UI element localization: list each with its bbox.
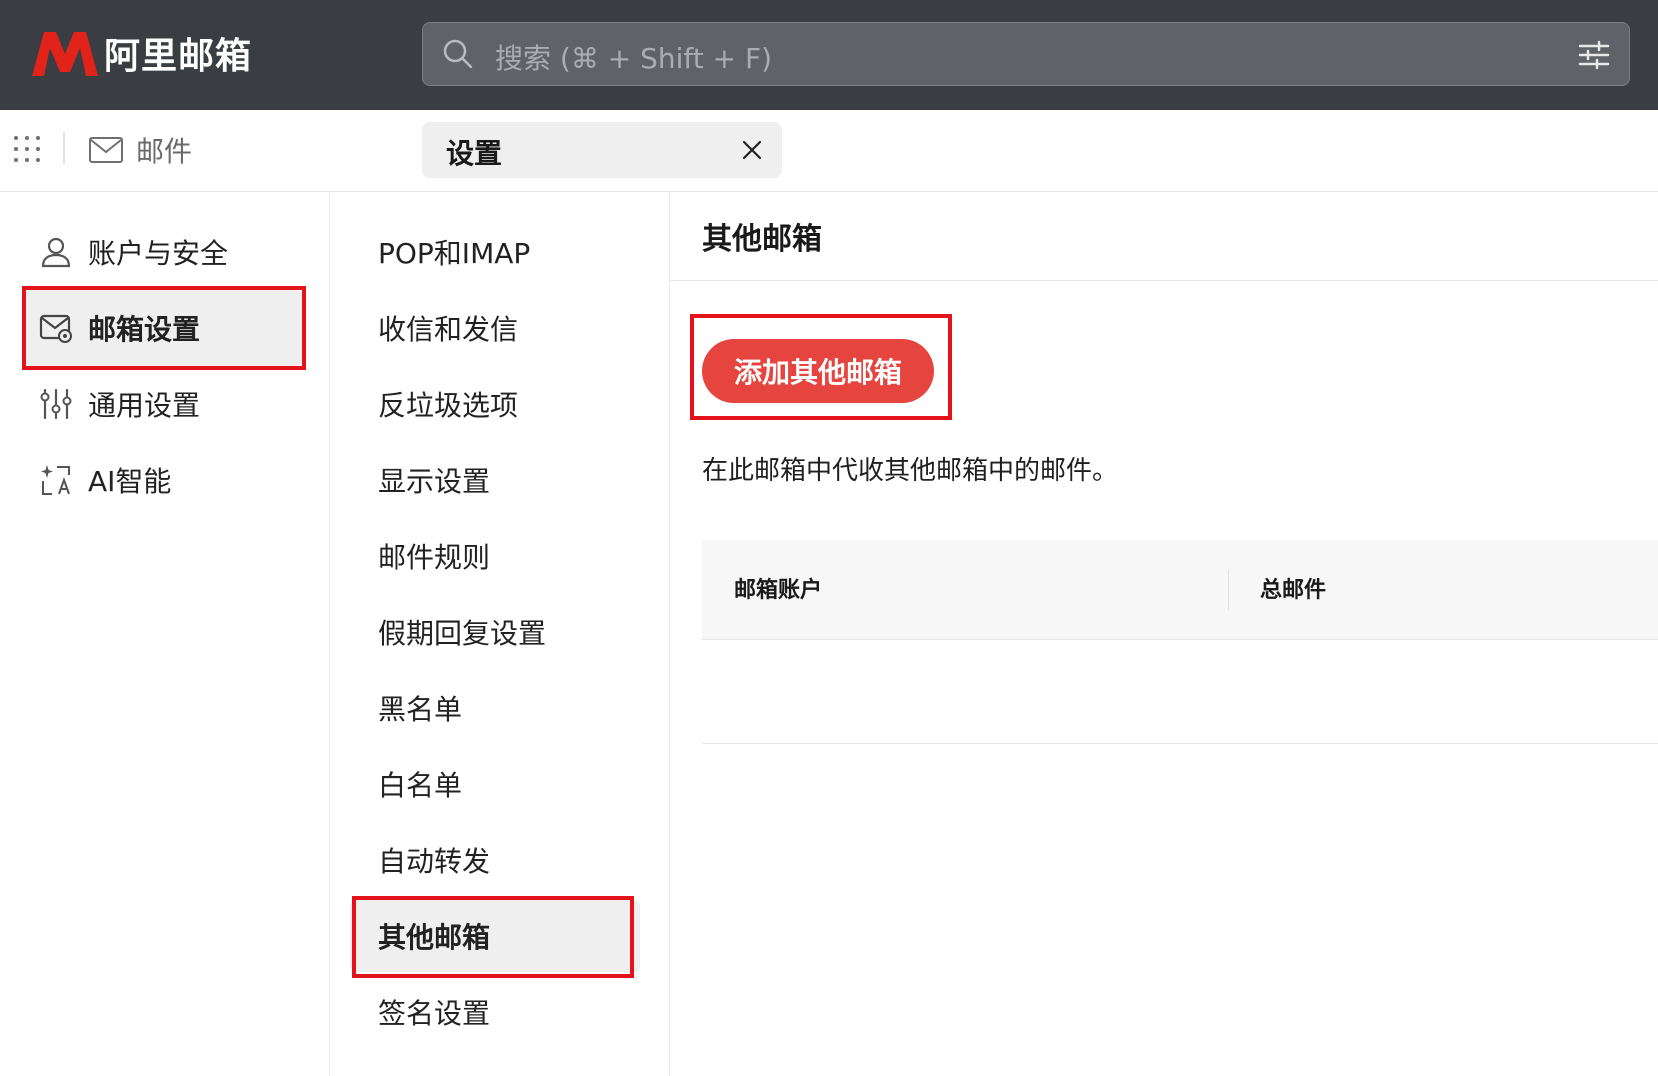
brand-name: 阿里邮箱 bbox=[104, 36, 253, 77]
page-title: 其他邮箱 bbox=[702, 222, 822, 257]
sidebar-item-label: 账户与安全 bbox=[88, 237, 229, 270]
mailbox-settings-submenu: POP和IMAP 收信和发信 反垃圾选项 显示设置 邮件规则 假期回复设置 黑名… bbox=[330, 192, 670, 1076]
ai-translate-icon bbox=[38, 462, 74, 498]
submenu-item-pop-imap[interactable]: POP和IMAP bbox=[350, 216, 640, 288]
mail-icon bbox=[89, 137, 123, 163]
nav-divider bbox=[63, 132, 65, 164]
description-text: 在此邮箱中代收其他邮箱中的邮件。 bbox=[702, 456, 1119, 486]
submenu-item-label: 签名设置 bbox=[378, 997, 491, 1030]
close-icon[interactable] bbox=[740, 138, 764, 162]
submenu-item-signature[interactable]: 签名设置 bbox=[350, 976, 640, 1048]
submenu-item-label: 显示设置 bbox=[378, 465, 491, 498]
tab-mail[interactable]: 邮件 bbox=[88, 130, 192, 170]
apps-grid-icon[interactable] bbox=[12, 134, 42, 164]
filter-icon[interactable] bbox=[1577, 39, 1611, 71]
sidebar-item-label: AI智能 bbox=[88, 465, 172, 498]
tab-mail-label: 邮件 bbox=[136, 135, 193, 168]
submenu-item-display[interactable]: 显示设置 bbox=[350, 444, 640, 516]
search-input[interactable]: 搜索 (⌘ + Shift + F) bbox=[495, 37, 772, 77]
submenu-item-receive-send[interactable]: 收信和发信 bbox=[350, 292, 640, 364]
column-header-total-mail: 总邮件 bbox=[1260, 578, 1327, 603]
submenu-item-label: 邮件规则 bbox=[378, 541, 491, 574]
submenu-item-whitelist[interactable]: 白名单 bbox=[350, 748, 640, 820]
submenu-item-blacklist[interactable]: 黑名单 bbox=[350, 672, 640, 744]
sidebar-item-ai[interactable]: AI智能 bbox=[24, 442, 302, 518]
sliders-icon bbox=[38, 386, 74, 422]
title-divider bbox=[670, 280, 1658, 281]
settings-sidebar: 账户与安全 邮箱设置 通用设置 AI智能 bbox=[0, 192, 330, 1076]
submenu-item-auto-forward[interactable]: 自动转发 bbox=[350, 824, 640, 896]
highlight-box bbox=[22, 286, 306, 370]
submenu-item-label: 收信和发信 bbox=[378, 313, 519, 346]
submenu-item-anti-spam[interactable]: 反垃圾选项 bbox=[350, 368, 640, 440]
sidebar-item-label: 通用设置 bbox=[88, 389, 201, 422]
highlight-box bbox=[352, 896, 634, 978]
tab-settings[interactable]: 设置 bbox=[422, 122, 782, 178]
column-divider bbox=[1228, 570, 1229, 610]
sidebar-item-general-settings[interactable]: 通用设置 bbox=[24, 366, 302, 442]
tab-settings-label: 设置 bbox=[446, 137, 503, 170]
submenu-item-label: 白名单 bbox=[378, 769, 463, 802]
submenu-item-label: 反垃圾选项 bbox=[378, 389, 519, 422]
submenu-item-label: 假期回复设置 bbox=[378, 617, 547, 650]
table-header: 邮箱账户 总邮件 bbox=[702, 540, 1658, 640]
table-body-empty bbox=[702, 640, 1658, 744]
column-header-account: 邮箱账户 bbox=[734, 578, 823, 603]
submenu-item-mail-rules[interactable]: 邮件规则 bbox=[350, 520, 640, 592]
search-icon bbox=[443, 39, 473, 69]
submenu-item-vacation-reply[interactable]: 假期回复设置 bbox=[350, 596, 640, 668]
submenu-item-label: 自动转发 bbox=[378, 845, 491, 878]
other-mailbox-panel: 其他邮箱 添加其他邮箱 在此邮箱中代收其他邮箱中的邮件。 邮箱账户 总邮件 bbox=[670, 192, 1658, 1076]
top-bar: 阿里邮箱 搜索 (⌘ + Shift + F) bbox=[0, 0, 1658, 110]
logo-m-icon bbox=[32, 32, 98, 76]
submenu-item-label: 黑名单 bbox=[378, 693, 463, 726]
add-other-mailbox-button[interactable]: 添加其他邮箱 bbox=[702, 339, 934, 403]
brand-logo[interactable]: 阿里邮箱 bbox=[30, 28, 252, 78]
user-icon bbox=[38, 234, 74, 270]
submenu-item-label: POP和IMAP bbox=[378, 237, 531, 270]
sidebar-item-account-security[interactable]: 账户与安全 bbox=[24, 214, 302, 290]
tab-bar: 邮件 设置 bbox=[0, 110, 1658, 192]
search-bar[interactable]: 搜索 (⌘ + Shift + F) bbox=[422, 22, 1630, 86]
